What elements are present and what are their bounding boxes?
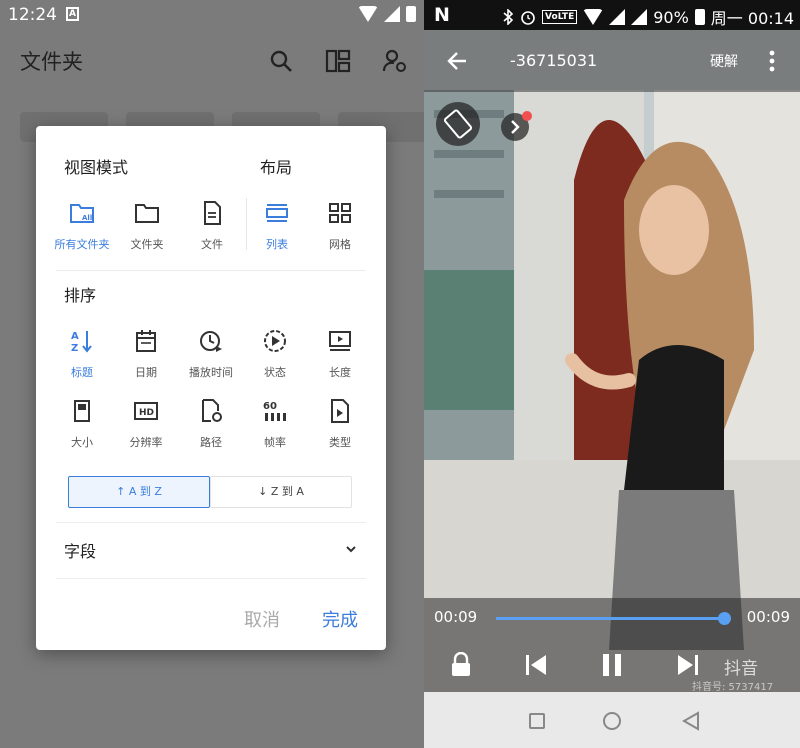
video-content bbox=[424, 30, 800, 692]
video-frame[interactable]: -36715031 硬解 00:09 00:09 抖音 抖音号: 5737417 bbox=[424, 30, 800, 692]
sort-length[interactable]: 长度 bbox=[310, 328, 370, 380]
more-options-icon[interactable] bbox=[767, 50, 777, 72]
notification-icon: A bbox=[66, 7, 79, 21]
wifi-icon bbox=[358, 6, 378, 22]
layout-grid[interactable]: 网格 bbox=[310, 200, 370, 252]
home-icon[interactable] bbox=[602, 711, 622, 731]
sort-path[interactable]: 路径 bbox=[181, 398, 241, 450]
layout-label: 布局 bbox=[260, 158, 293, 177]
folder-screen: 12:24 A 文件夹 视图模式 布局 All 所有文件夹 文件夹 文件 列表 … bbox=[0, 0, 424, 748]
play-status-icon bbox=[264, 330, 286, 352]
lock-icon[interactable] bbox=[450, 652, 472, 678]
seek-progress bbox=[496, 617, 724, 620]
status-bar: N VoLTE 90% 周一 00:14 bbox=[424, 0, 800, 30]
decoder-button[interactable]: 硬解 bbox=[710, 51, 738, 71]
bluetooth-icon bbox=[503, 9, 514, 25]
system-nav-bar bbox=[424, 692, 800, 748]
player-controls: 00:09 00:09 抖音 抖音号: 5737417 bbox=[424, 598, 800, 692]
sort-resolution[interactable]: HD 分辨率 bbox=[116, 398, 176, 450]
fields-label: 字段 bbox=[64, 542, 97, 561]
svg-text:60: 60 bbox=[263, 401, 277, 412]
status-time: 12:24 bbox=[8, 5, 57, 25]
path-icon bbox=[202, 399, 222, 422]
view-mode-label: 视图模式 bbox=[64, 158, 129, 177]
previous-icon[interactable] bbox=[524, 652, 548, 678]
svg-text:Z: Z bbox=[71, 343, 78, 354]
svg-text:HD: HD bbox=[139, 408, 154, 418]
sort-play-time[interactable]: 播放时间 bbox=[181, 328, 241, 380]
list-icon bbox=[266, 204, 288, 222]
seek-thumb[interactable] bbox=[718, 612, 731, 625]
hd-icon: HD bbox=[134, 402, 158, 420]
done-button[interactable]: 完成 bbox=[322, 606, 358, 632]
sort-framerate[interactable]: 60 帧率 bbox=[245, 398, 305, 450]
view-mode-all-folders[interactable]: All 所有文件夹 bbox=[52, 200, 112, 252]
type-icon bbox=[331, 399, 349, 423]
watermark-text: 抖音 bbox=[724, 659, 758, 679]
sort-status[interactable]: 状态 bbox=[245, 328, 305, 380]
view-options-dialog: 视图模式 布局 All 所有文件夹 文件夹 文件 列表 网格 排序 AZ 标题 … bbox=[36, 126, 386, 650]
sort-date[interactable]: 日期 bbox=[116, 328, 176, 380]
svg-text:A: A bbox=[71, 331, 79, 342]
calendar-icon bbox=[136, 330, 156, 352]
pause-icon[interactable] bbox=[600, 652, 624, 678]
length-icon bbox=[329, 331, 351, 351]
all-folders-icon: All bbox=[70, 204, 94, 223]
watermark-id: 抖音号: 5737417 bbox=[692, 682, 774, 692]
order-asc-button[interactable]: ↑ A 到 Z bbox=[68, 476, 210, 508]
divider bbox=[56, 578, 366, 579]
order-desc-button[interactable]: ↓ Z 到 A bbox=[210, 476, 352, 508]
view-mode-files[interactable]: 文件 bbox=[182, 200, 242, 252]
battery-icon bbox=[694, 9, 705, 25]
current-time: 00:09 bbox=[434, 608, 478, 626]
volte-badge: VoLTE bbox=[542, 10, 578, 24]
divider bbox=[56, 522, 366, 523]
expand-menu-icon[interactable] bbox=[500, 110, 534, 144]
sort-size[interactable]: 大小 bbox=[52, 398, 112, 450]
framerate-icon: 60 bbox=[263, 401, 286, 421]
seek-bar[interactable] bbox=[496, 612, 731, 625]
page-title: 文件夹 bbox=[20, 50, 83, 74]
battery-icon bbox=[406, 6, 416, 22]
divider bbox=[56, 270, 366, 271]
layout-icon[interactable] bbox=[325, 48, 351, 74]
view-mode-folders[interactable]: 文件夹 bbox=[117, 200, 177, 252]
chevron-down-icon bbox=[346, 546, 356, 553]
folder-icon bbox=[135, 204, 159, 223]
sd-card-icon bbox=[74, 400, 90, 422]
status-bar: 12:24 A bbox=[0, 0, 424, 30]
wifi-icon bbox=[583, 9, 604, 25]
next-icon[interactable] bbox=[676, 652, 700, 678]
grid-icon bbox=[329, 203, 351, 223]
status-datetime: 周一 00:14 bbox=[710, 9, 794, 28]
battery-percent: 90% bbox=[653, 7, 689, 27]
file-icon bbox=[204, 201, 221, 225]
signal-icon bbox=[384, 6, 400, 22]
view-mode-label: 所有文件夹 bbox=[54, 238, 110, 251]
signal-icon bbox=[631, 9, 648, 25]
sort-title[interactable]: AZ 标题 bbox=[52, 328, 112, 380]
video-title: -36715031 bbox=[510, 51, 598, 70]
back-arrow-icon[interactable] bbox=[446, 50, 468, 72]
cancel-button[interactable]: 取消 bbox=[244, 606, 280, 632]
svg-text:All: All bbox=[82, 214, 92, 222]
sort-label: 排序 bbox=[64, 286, 97, 305]
player-top-bar: -36715031 硬解 bbox=[424, 30, 800, 92]
video-player-screen: N VoLTE 90% 周一 00:14 -36715031 硬解 00:09 … bbox=[424, 0, 800, 748]
network-logo: N bbox=[434, 4, 450, 26]
layout-list[interactable]: 列表 bbox=[247, 200, 307, 252]
recent-apps-icon[interactable] bbox=[528, 712, 546, 730]
search-icon[interactable] bbox=[268, 48, 294, 74]
back-nav-icon[interactable] bbox=[682, 711, 700, 731]
clock-icon bbox=[200, 331, 222, 352]
sort-az-icon: AZ bbox=[71, 331, 92, 354]
rotate-screen-icon[interactable] bbox=[436, 102, 480, 146]
app-bar: 文件夹 bbox=[0, 30, 424, 90]
alarm-icon bbox=[521, 11, 535, 25]
account-settings-icon[interactable] bbox=[382, 48, 408, 74]
sort-type[interactable]: 类型 bbox=[310, 398, 370, 450]
total-time: 00:09 bbox=[746, 608, 790, 626]
fields-row[interactable]: 字段 bbox=[64, 536, 358, 566]
signal-icon bbox=[609, 9, 626, 25]
